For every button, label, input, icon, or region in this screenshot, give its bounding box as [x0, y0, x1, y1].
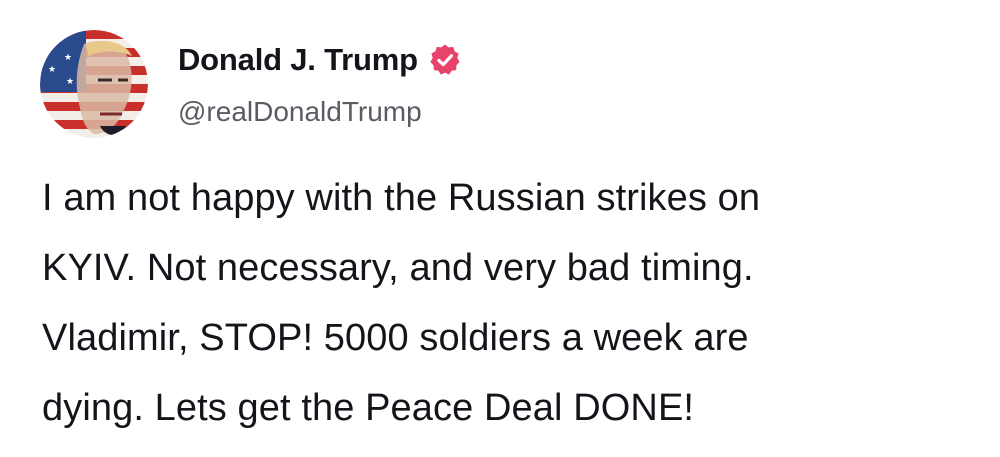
svg-text:★: ★: [48, 65, 56, 75]
svg-text:★: ★: [64, 53, 72, 63]
flag-portrait-avatar-icon: ★ ★ ★ ★: [40, 30, 148, 138]
post-card: ★ ★ ★ ★ Donald J. Trump @realDonaldTrump: [0, 0, 1000, 457]
author-display-name[interactable]: Donald J. Trump: [178, 42, 418, 78]
post-body-line: dying. Lets get the Peace Deal DONE!: [42, 387, 695, 429]
post-body-line: I am not happy with the Russian strikes …: [42, 177, 761, 219]
svg-text:★: ★: [66, 77, 74, 87]
svg-text:★: ★: [48, 41, 56, 51]
author-avatar[interactable]: ★ ★ ★ ★: [40, 30, 148, 138]
post-body-line: Vladimir, STOP! 5000 soldiers a week are: [42, 317, 749, 359]
author-name-row: Donald J. Trump: [178, 40, 462, 80]
post-body-line: KYIV. Not necessary, and very bad timing…: [42, 247, 754, 289]
verified-badge-icon: [428, 43, 462, 77]
author-handle[interactable]: @realDonaldTrump: [178, 96, 422, 128]
post-body: I am not happy with the Russian strikes …: [42, 163, 982, 443]
